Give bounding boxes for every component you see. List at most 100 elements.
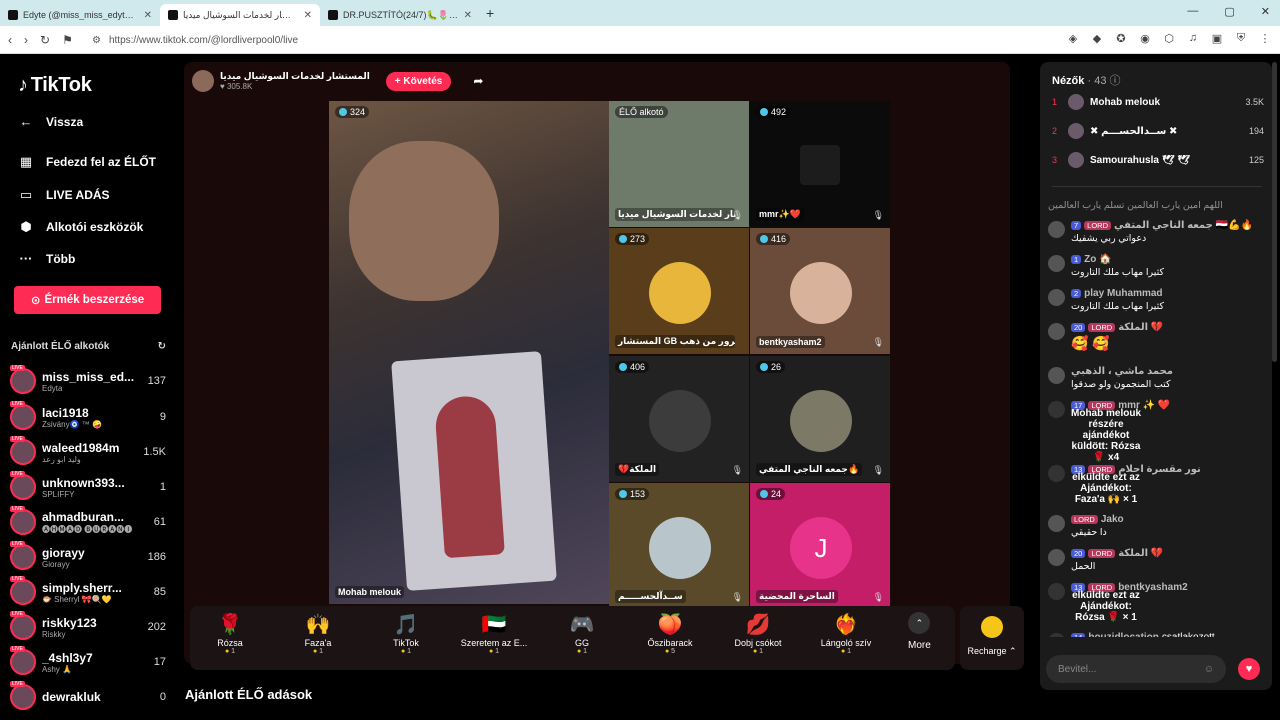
shield-icon[interactable]: ⛨ [1234, 32, 1248, 45]
top-viewer-row[interactable]: 3 Samourahusla 🕊 🕊 125 [1052, 150, 1264, 170]
extension-icon[interactable]: ◆ [1090, 32, 1104, 45]
gift-item[interactable]: 🎮GG1 [547, 612, 617, 655]
suggested-creators-heading: Ajánlott ÉLŐ alkotók ↻ [11, 341, 166, 352]
back-icon[interactable]: ‹ [8, 33, 12, 47]
gift-item[interactable]: 🎵TikTok1 [371, 612, 441, 655]
tarot-card-image [391, 351, 557, 591]
divider [1052, 186, 1262, 187]
guest-tile[interactable]: 153 ســدآلحســـــم 🎙 [609, 483, 749, 609]
follow-button[interactable]: + Követés [385, 71, 452, 91]
creator-row[interactable]: simply.sherr...🐡 Sherryl 🎀🍭💛85 [10, 576, 166, 608]
tiktok-logo[interactable]: ♪ TikTok [18, 74, 92, 97]
nav-creator-tools[interactable]: ⬢ Alkotói eszközök [18, 219, 143, 235]
music-icon[interactable]: ♫ [1186, 32, 1200, 45]
minimize-icon[interactable]: — [1187, 5, 1198, 18]
creator-row[interactable]: ahmadburan...🅐🅗🅜🅐🅓 🅑🅤🅡🅐🅝🅘61 [10, 506, 166, 538]
viewer-count-badge: 492 [756, 106, 791, 118]
forward-icon[interactable]: › [24, 33, 28, 47]
more-dots-icon: ··· [19, 251, 33, 266]
avatar [649, 390, 711, 452]
live-creator-badge: ÉLŐ alkotó [615, 106, 668, 118]
recharge-button[interactable]: Recharge ⌃ [960, 606, 1024, 670]
viewer-count-badge: 273 [615, 233, 650, 245]
chat-message: 20 LORD الملكة 💔 الحمل [1048, 548, 1266, 572]
window-controls: — ▢ ✕ [1187, 5, 1270, 18]
nav-back[interactable]: ← Vissza [18, 114, 84, 129]
gift-item[interactable]: 💋Dobj csókot1 [723, 612, 793, 655]
creator-row[interactable]: dewrakluk0 [10, 681, 166, 713]
avatar [10, 576, 36, 605]
tile-name: mmr✨❤️ [756, 208, 804, 221]
get-coins-button[interactable]: ⊙ Érmék beszerzése [14, 286, 161, 314]
extension-icon[interactable]: ✪ [1114, 32, 1128, 45]
emoji-icon[interactable]: ☺ [1204, 664, 1214, 675]
close-tab-icon[interactable]: ✕ [144, 10, 152, 21]
nav-explore-live[interactable]: ▦ Fedezd fel az ÉLŐT [18, 154, 156, 170]
like-heart-button[interactable]: ♥ [1238, 658, 1260, 680]
creator-row[interactable]: laci1918Zsivány🧿 ™ 🤪9 [10, 401, 166, 433]
share-icon[interactable]: ➦ [473, 74, 483, 88]
avatar [10, 506, 36, 535]
creator-row[interactable]: _4shl3y7Ashy 🙏17 [10, 646, 166, 678]
creator-row[interactable]: miss_miss_ed...Edyta137 [10, 365, 166, 397]
chat-message: LORD Jako دا حقيقي [1048, 514, 1266, 538]
more-gifts-button[interactable]: ⌃ More [908, 612, 931, 651]
creator-row[interactable]: giorayyGiorayy186 [10, 541, 166, 573]
bookmark-icon[interactable]: ⚑ [62, 33, 73, 47]
chat-message: 2 play Muhammad كثيرا مهاب ملك التاروت [1048, 288, 1266, 312]
close-window-icon[interactable]: ✕ [1261, 5, 1270, 18]
nav-more[interactable]: ··· Több [18, 251, 76, 266]
chat-input[interactable]: Bevitel... ☺ [1046, 655, 1226, 683]
maximize-icon[interactable]: ▢ [1224, 5, 1234, 18]
gift-item[interactable]: 🌹Rózsa1 [195, 612, 265, 655]
gift-item[interactable]: 🇦🇪Szeretem az E...1 [459, 612, 529, 655]
browser-tab[interactable]: Edyte (@miss_miss_edyte) ÉLŐ adása✕ [0, 4, 160, 26]
browser-tab-active[interactable]: المستشار لخدمات السوشيال ميديا ✕ [160, 4, 320, 26]
viewer-icon [619, 490, 627, 498]
guest-tile[interactable]: 26 جمعه الناجي المتفي🔥 🎙 [750, 356, 890, 482]
guest-tile[interactable]: 406 💔الملكة 🎙 [609, 356, 749, 482]
site-info-icon[interactable]: ⚙ [92, 35, 101, 46]
sidebar-toggle-icon[interactable]: ▣ [1210, 32, 1224, 45]
extension-icon[interactable]: ◈ [1066, 32, 1080, 45]
new-tab-icon[interactable]: + [486, 5, 494, 21]
avatar [790, 390, 852, 452]
guest-tile[interactable]: 492 mmr✨❤️ 🎙 [750, 101, 890, 227]
mic-muted-icon: 🎙 [731, 210, 743, 220]
url-field[interactable]: ⚙ https://www.tiktok.com/@lordliverpool0… [92, 30, 912, 50]
gift-item[interactable]: ❤️‍🔥Lángoló szív1 [811, 612, 881, 655]
avatar [1048, 323, 1065, 340]
nav-live-studio[interactable]: ▭ LIVE ADÁS [18, 187, 110, 203]
mic-muted-icon: 🎙 [872, 210, 884, 220]
chat-message: 20 LORD الملكة 💔 🥰 🥰 [1048, 322, 1266, 352]
top-viewer-row[interactable]: 1 Mohab melouk 3.5K [1052, 92, 1264, 112]
tile-name: جمعه الناجي المتفي🔥 [756, 463, 863, 476]
scrollbar[interactable] [1272, 62, 1277, 362]
viewer-icon [619, 235, 627, 243]
guest-tile[interactable]: ÉLŐ alkotó المستشار لخدمات السوشيال ميدي… [609, 101, 749, 227]
tile-name: الساحرة المحضية [756, 590, 838, 603]
creator-row[interactable]: riskky123Riskky202 [10, 611, 166, 643]
guest-tile[interactable]: 24 J الساحرة المحضية 🎙 [750, 483, 890, 609]
browser-tab[interactable]: DR.PUSZTÍTÓ(24/7)🐛🌷🖤🍀 ✕ [320, 4, 480, 26]
gift-item[interactable]: 🍑Őszibarack5 [635, 612, 705, 655]
extension-icon[interactable]: ◉ [1138, 32, 1152, 45]
main-video-tile[interactable]: 324 Mohab melouk [329, 101, 609, 604]
reload-icon[interactable]: ↻ [40, 33, 50, 47]
top-viewer-row[interactable]: 2 ✖ ســدآلحســـم ✖ 194 [1052, 121, 1264, 141]
close-tab-icon[interactable]: ✕ [304, 10, 312, 21]
refresh-icon[interactable]: ↻ [158, 341, 166, 352]
creator-row[interactable]: unknown393...SPLIFFY1 [10, 471, 166, 503]
viewer-icon [339, 108, 347, 116]
guest-tile[interactable]: 273 المستشار GB ســرور من ذهب [609, 228, 749, 354]
viewer-count-badge: 406 [615, 361, 650, 373]
gift-item[interactable]: 🙌Faza'a1 [283, 612, 353, 655]
guest-tile[interactable]: 416 bentkyasham2 🎙 [750, 228, 890, 354]
menu-dots-icon[interactable]: ⋮ [1258, 32, 1272, 45]
close-tab-icon[interactable]: ✕ [464, 10, 472, 21]
chat-feed: اللهم امين يارب العالمين تسلم يارب العال… [1040, 192, 1272, 637]
extension-icon[interactable]: ⬡ [1162, 32, 1176, 45]
host-avatar[interactable] [192, 70, 214, 92]
creator-row[interactable]: waleed1984mوليد ابو رعد1.5K [10, 436, 166, 468]
chat-message: اللهم امين يارب العالمين تسلم يارب العال… [1048, 200, 1223, 211]
